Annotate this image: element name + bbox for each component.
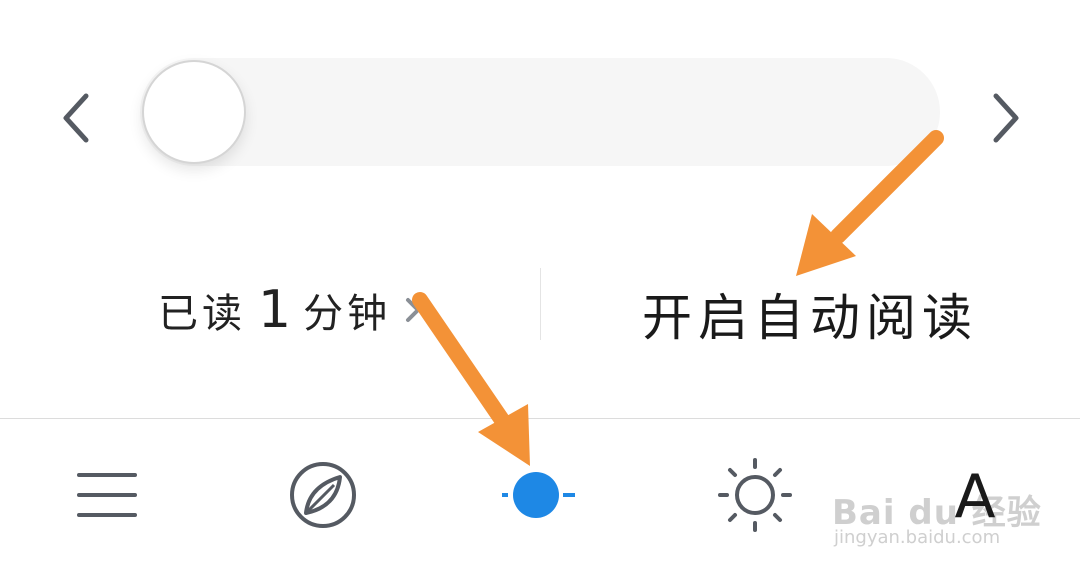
annotation-arrow-night-mode — [412, 292, 530, 466]
compass-icon — [290, 462, 356, 528]
read-time-suffix: 分钟 — [303, 291, 392, 337]
brightness-icon — [718, 458, 792, 532]
chevron-right-icon — [993, 93, 1019, 143]
chevron-left-icon — [63, 93, 89, 143]
night-mode-dot-icon — [502, 472, 575, 518]
menu-icon — [77, 473, 137, 517]
font-size-button[interactable]: A — [940, 462, 1010, 532]
auto-read-button[interactable]: 开启自动阅读 — [600, 278, 1020, 347]
vertical-divider — [540, 268, 541, 340]
read-time-link[interactable]: 已读 1 分钟 — [158, 280, 423, 340]
read-time-prefix: 已读 — [158, 291, 246, 337]
reading-progress-thumb[interactable] — [142, 60, 246, 164]
brightness-button[interactable] — [710, 455, 800, 535]
chevron-right-small-icon — [406, 298, 421, 322]
compass-button[interactable] — [278, 455, 368, 535]
toolbar-divider — [0, 418, 1080, 419]
reading-progress-track[interactable] — [140, 58, 940, 166]
next-chapter-button[interactable] — [988, 88, 1024, 148]
menu-button[interactable] — [62, 455, 152, 535]
read-time-minutes: 1 — [258, 280, 292, 340]
night-mode-button[interactable] — [493, 455, 583, 535]
previous-chapter-button[interactable] — [58, 88, 94, 148]
